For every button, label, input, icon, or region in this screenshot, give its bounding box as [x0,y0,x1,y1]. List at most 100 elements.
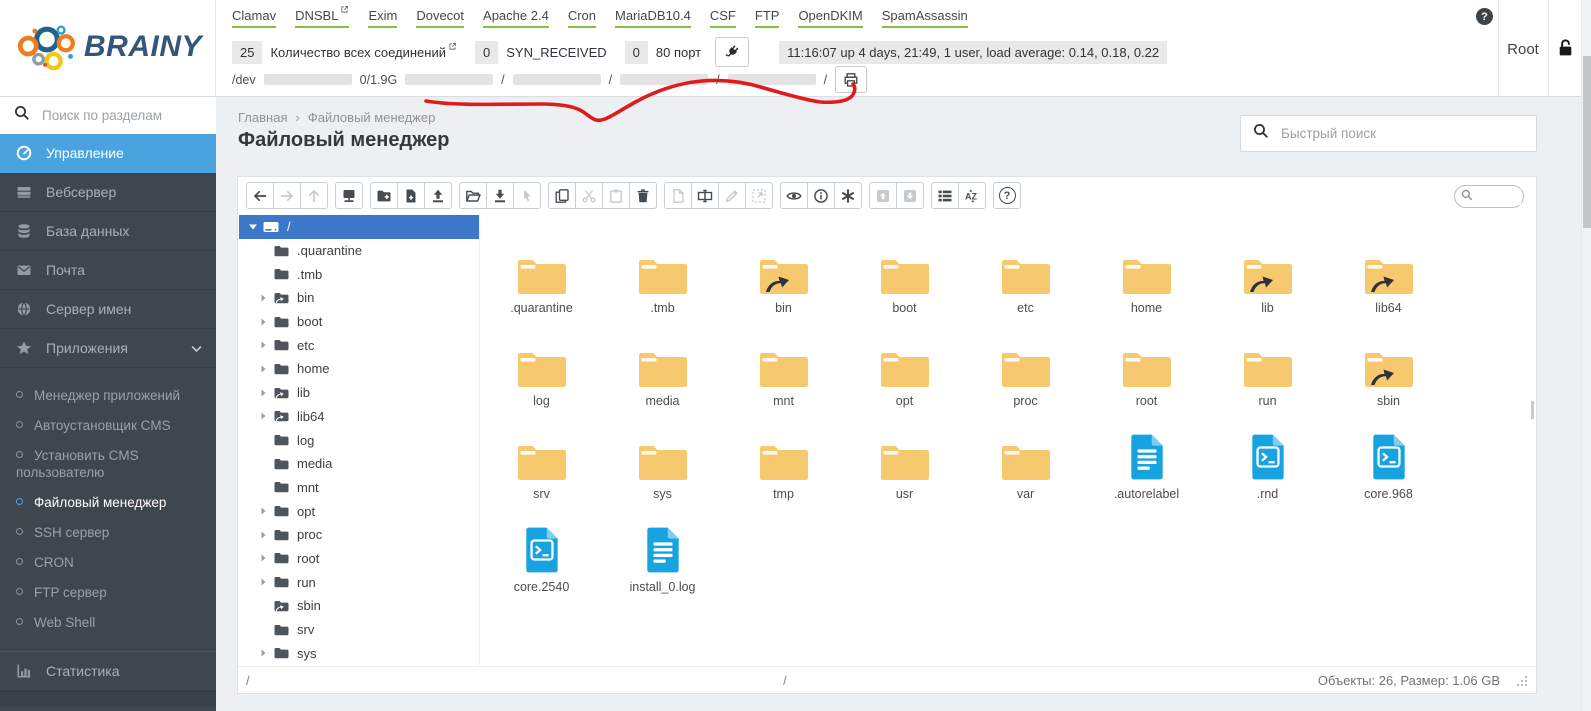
tree-item-srv[interactable]: srv [239,618,480,642]
user-menu[interactable]: Root [1498,41,1548,58]
sidebar-item-вебсервер[interactable]: Вебсервер [0,173,216,212]
sidebar-subitem-ssh-сервер[interactable]: SSH сервер [0,517,216,547]
expander-icon[interactable] [261,365,266,373]
expander-icon[interactable] [261,294,266,302]
tree-item-home[interactable]: home [239,357,480,381]
tree-item-bin[interactable]: bin [239,286,480,310]
service-link-spamassassin[interactable]: SpamAssassin [882,8,968,28]
toolbar-help-button[interactable]: ? [993,182,1021,209]
sidebar-subitem-установить-cms-пользователю[interactable]: Установить CMS пользователю [0,440,216,487]
toolbar-download-button[interactable] [486,182,514,209]
file-grid-item-proc[interactable]: proc [965,316,1086,409]
file-grid-item-tmp[interactable]: tmp [723,409,844,502]
toolbar-info-button[interactable] [807,182,835,209]
logout-lock-icon[interactable] [1551,38,1579,62]
file-grid-item-boot[interactable]: boot [844,223,965,316]
tree-item-boot[interactable]: boot [239,310,480,334]
tree-item-root[interactable]: root [239,547,480,571]
expander-icon[interactable] [261,412,266,420]
service-link-mariadb10-4[interactable]: MariaDB10.4 [615,8,691,28]
sidebar-subitem-автоустановщик-cms[interactable]: Автоустановщик CMS [0,410,216,440]
page-scrollbar-thumb[interactable] [1583,56,1591,228]
toolbar-sort-button[interactable]: AZ [958,182,986,209]
tree-item-lib[interactable]: lib [239,381,480,405]
toolbar-preview-button[interactable] [780,182,808,209]
tree-item-sbin[interactable]: sbin [239,594,480,618]
service-link-cron[interactable]: Cron [568,8,596,28]
sidebar-subitem-web-shell[interactable]: Web Shell [0,607,216,637]
tree-item-mnt[interactable]: mnt [239,476,480,500]
expander-icon[interactable] [261,318,266,326]
service-link-opendkim[interactable]: OpenDKIM [798,8,862,28]
file-manager-search-input[interactable] [1477,189,1521,205]
service-link-apache-2-4[interactable]: Apache 2.4 [483,8,549,28]
file-grid-item-usr[interactable]: usr [844,409,965,502]
service-link-dnsbl[interactable]: DNSBL [295,8,349,28]
sidebar-search-input[interactable] [40,107,200,124]
service-link-exim[interactable]: Exim [368,8,397,28]
expander-icon[interactable] [261,531,266,539]
sidebar-item-база-данных[interactable]: База данных [0,212,216,251]
expander-icon[interactable] [261,341,266,349]
tree-scrollbar[interactable] [1531,401,1534,419]
file-grid-item-sbin[interactable]: sbin [1328,316,1449,409]
tree-item-media[interactable]: media [239,452,480,476]
tree-item-sys[interactable]: sys [239,641,480,665]
tree-item-log[interactable]: log [239,428,480,452]
expander-icon[interactable] [261,578,266,586]
service-link-dovecot[interactable]: Dovecot [416,8,464,28]
file-grid-item-lib[interactable]: lib [1207,223,1328,316]
file-grid-item-run[interactable]: run [1207,316,1328,409]
file-grid-item-mnt[interactable]: mnt [723,316,844,409]
tree-item-tmb[interactable]: .tmb [239,262,480,286]
toolbar-copy-button[interactable] [548,182,576,209]
toolbar-open-button[interactable] [459,182,487,209]
file-grid-item-autorelabel[interactable]: .autorelabel [1086,409,1207,502]
sidebar-item-приложения[interactable]: Приложения [0,329,216,368]
file-grid-item-log[interactable]: log [481,316,602,409]
service-link-clamav[interactable]: Clamav [232,8,276,28]
tree-item-lib64[interactable]: lib64 [239,405,480,429]
sidebar-subitem-файловый-менеджер[interactable]: Файловый менеджер [0,487,216,517]
toolbar-upload-button[interactable] [424,182,452,209]
toolbar-new-file-button[interactable] [397,182,425,209]
toolbar-back-button[interactable] [246,182,274,209]
toolbar-permissions-button[interactable] [834,182,862,209]
file-grid-item-var[interactable]: var [965,409,1086,502]
tree-item-proc[interactable]: proc [239,523,480,547]
sidebar-item-сервер-имен[interactable]: Сервер имен [0,290,216,329]
toolbar-new-folder-button[interactable] [370,182,398,209]
service-link-csf[interactable]: CSF [710,8,736,28]
breadcrumb-item-главная[interactable]: Главная [238,110,287,125]
file-grid-item-core-968[interactable]: core.968 [1328,409,1449,502]
page-scrollbar[interactable] [1581,0,1591,711]
file-grid-item-sys[interactable]: sys [602,409,723,502]
file-grid-item-home[interactable]: home [1086,223,1207,316]
sidebar-subitem-ftp-сервер[interactable]: FTP сервер [0,577,216,607]
file-grid-item-quarantine[interactable]: .quarantine [481,223,602,316]
expander-icon[interactable] [261,507,266,515]
expander-icon[interactable] [261,389,266,397]
file-grid-item-opt[interactable]: opt [844,316,965,409]
resize-grip[interactable] [1516,675,1528,690]
quick-search-box[interactable] [1240,115,1537,152]
counter-label[interactable]: Количество всех соединений [270,45,457,60]
expander-icon[interactable] [261,649,266,657]
quick-search-input[interactable] [1279,125,1519,142]
file-manager-search[interactable] [1454,185,1524,208]
file-grid-item-tmb[interactable]: .tmb [602,223,723,316]
toolbar-network-places-button[interactable] [335,182,363,209]
file-grid-item-etc[interactable]: etc [965,223,1086,316]
file-grid-item-lib64[interactable]: lib64 [1328,223,1449,316]
sidebar-subitem-cron[interactable]: CRON [0,547,216,577]
tree-item-opt[interactable]: opt [239,499,480,523]
file-grid-item-media[interactable]: media [602,316,723,409]
toolbar-view-list-button[interactable] [931,182,959,209]
sidebar-item-управление[interactable]: Управление [0,134,216,173]
tree-item-etc[interactable]: etc [239,333,480,357]
connections-plug-button[interactable] [715,37,749,67]
tree-item-quarantine[interactable]: .quarantine [239,239,480,263]
sidebar-item-почта[interactable]: Почта [0,251,216,290]
header-help-icon[interactable]: ? [1476,8,1493,25]
file-grid-item-srv[interactable]: srv [481,409,602,502]
